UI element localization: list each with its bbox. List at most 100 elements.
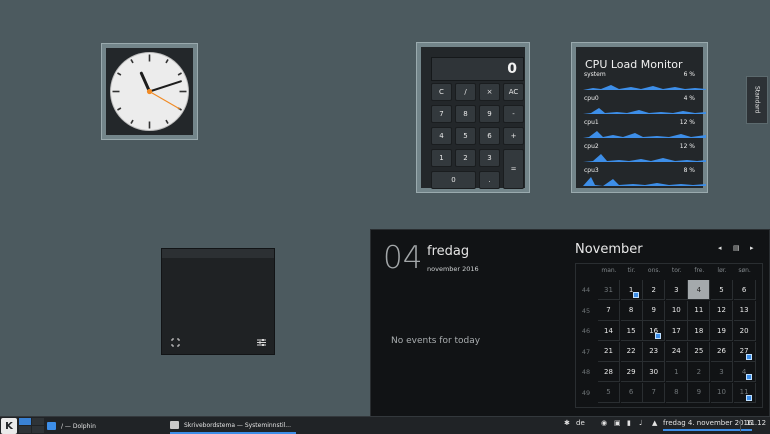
calc-button[interactable]: 0 [431,171,476,189]
pager-desktop-1[interactable] [19,418,31,425]
calendar-day[interactable]: 8 [665,382,688,403]
keyboard-layout-indicator[interactable]: de [576,419,585,427]
calendar-day[interactable]: 6 [733,280,756,300]
calc-button[interactable]: 1 [431,149,452,167]
calendar-day[interactable]: 27 [733,341,756,362]
cpu-load-monitor-widget[interactable]: CPU Load Monitor system 6 % cpu0 4 % cpu1 12 … [571,42,708,193]
calendar-day[interactable]: 29 [620,362,643,382]
calendar-day-label: 9 [651,306,656,314]
calendar-day-label: 4 [696,285,702,294]
calendar-day[interactable]: 6 [620,382,643,403]
calendar-week-number: 46 [581,327,591,335]
calendar-day[interactable]: 23 [643,341,666,362]
calc-button[interactable]: 7 [431,105,452,123]
calendar-day[interactable]: 17 [665,321,688,341]
cpu-monitor-title: CPU Load Monitor [585,58,683,71]
calendar-day[interactable]: 7 [643,382,666,403]
calendar-day-label: 21 [604,347,613,355]
next-month-icon[interactable]: ▸ [750,244,754,252]
calendar-day[interactable]: 5 [711,280,733,300]
empty-widget[interactable] [161,248,275,355]
volume-icon[interactable]: ♩ [639,419,642,427]
calendar-day[interactable]: 16 [643,321,666,341]
calc-button[interactable]: 4 [431,127,452,145]
calendar-day[interactable]: 4 [688,280,711,300]
calendar-day[interactable]: 28 [598,362,620,382]
calendar-day-label: 11 [694,306,704,314]
today-icon[interactable]: ▤ [733,244,740,252]
notifications-icon[interactable]: ▣ [614,419,621,427]
calendar-day[interactable]: 10 [665,300,688,321]
network-icon[interactable]: ◉ [601,419,607,427]
calendar-day[interactable]: 25 [688,341,711,362]
calendar-day[interactable]: 26 [711,341,733,362]
calendar-day-label: 31 [604,285,613,294]
taskbar-clock[interactable]: 11.12 [746,419,766,427]
previous-month-icon[interactable]: ◂ [718,244,722,252]
tray-expand-icon[interactable]: ▲ [652,419,657,427]
task-system-settings[interactable]: Skrivebordstema — Systeminnstil... [170,418,296,434]
calendar-day[interactable]: 20 [733,321,756,341]
calendar-day-label: 25 [694,347,704,355]
widget-settings-icon[interactable] [257,338,266,347]
task-dolphin[interactable]: / — Dolphin [47,418,165,434]
calendar-day[interactable]: 24 [665,341,688,362]
calc-button[interactable]: / [455,83,476,101]
calc-button[interactable]: 5 [455,127,476,145]
calendar-day[interactable]: 1 [665,362,688,382]
calendar-day[interactable]: 30 [643,362,666,382]
calendar-day[interactable]: 12 [711,300,733,321]
calendar-day[interactable]: 11 [733,382,756,403]
calc-button[interactable]: C [431,83,452,101]
calendar-day[interactable]: 8 [620,300,643,321]
activity-toolbox-tab[interactable]: Standard [746,76,768,124]
calc-button[interactable]: 9 [479,105,500,123]
calendar-day[interactable]: 4 [733,362,756,382]
calendar-day[interactable]: 31 [598,280,620,300]
calc-button[interactable]: = [503,149,524,189]
calendar-day[interactable]: 7 [598,300,620,321]
application-launcher-icon[interactable]: K [1,418,17,434]
widget-resize-icon[interactable] [171,338,180,347]
calendar-day[interactable]: 10 [711,382,733,403]
calendar-day[interactable]: 1 [620,280,643,300]
calc-button[interactable]: . [479,171,500,189]
calendar-day[interactable]: 2 [688,362,711,382]
calc-button[interactable]: + [503,127,524,145]
calendar-day[interactable]: 22 [620,341,643,362]
pager-desktop-2[interactable] [32,418,44,425]
calendar-day[interactable]: 3 [711,362,733,382]
calc-button[interactable]: - [503,105,524,123]
calc-button[interactable]: 6 [479,127,500,145]
cpu-load-graph [583,131,706,138]
calendar-day-label: 17 [671,326,681,335]
analog-clock-widget[interactable] [101,43,198,140]
calendar-day-label: 12 [717,306,726,314]
calendar-day[interactable]: 11 [688,300,711,321]
calc-button[interactable]: 3 [479,149,500,167]
calendar-weekday-header: tor. [671,267,682,274]
calc-button[interactable]: × [479,83,500,101]
calendar-day[interactable]: 15 [620,321,643,341]
pager-desktop-3[interactable] [19,426,31,433]
calendar-day[interactable]: 19 [711,321,733,341]
calc-button[interactable]: 2 [455,149,476,167]
calendar-day[interactable]: 3 [665,280,688,300]
battery-icon[interactable]: ▮ [627,419,631,427]
calc-button[interactable]: 8 [455,105,476,123]
calendar-day[interactable]: 2 [643,280,666,300]
calculator-widget[interactable]: 0 C / × AC 7 8 9- 4 5 6 +1 2 3 = 0. [416,42,530,193]
event-marker-icon [745,353,752,360]
calendar-day[interactable]: 5 [598,382,620,403]
calendar-day[interactable]: 21 [598,341,620,362]
calc-button[interactable]: AC [503,83,524,101]
calendar-day[interactable]: 13 [733,300,756,321]
calendar-popup[interactable]: 04 fredag november 2016 No events for to… [370,229,770,418]
event-marker-icon [632,292,639,298]
calendar-day[interactable]: 9 [643,300,666,321]
calendar-day[interactable]: 9 [688,382,711,403]
calendar-day[interactable]: 18 [688,321,711,341]
pager-desktop-4[interactable] [32,426,44,433]
calendar-day[interactable]: 14 [598,321,620,341]
bluetooth-icon[interactable]: ✱ [564,419,570,427]
